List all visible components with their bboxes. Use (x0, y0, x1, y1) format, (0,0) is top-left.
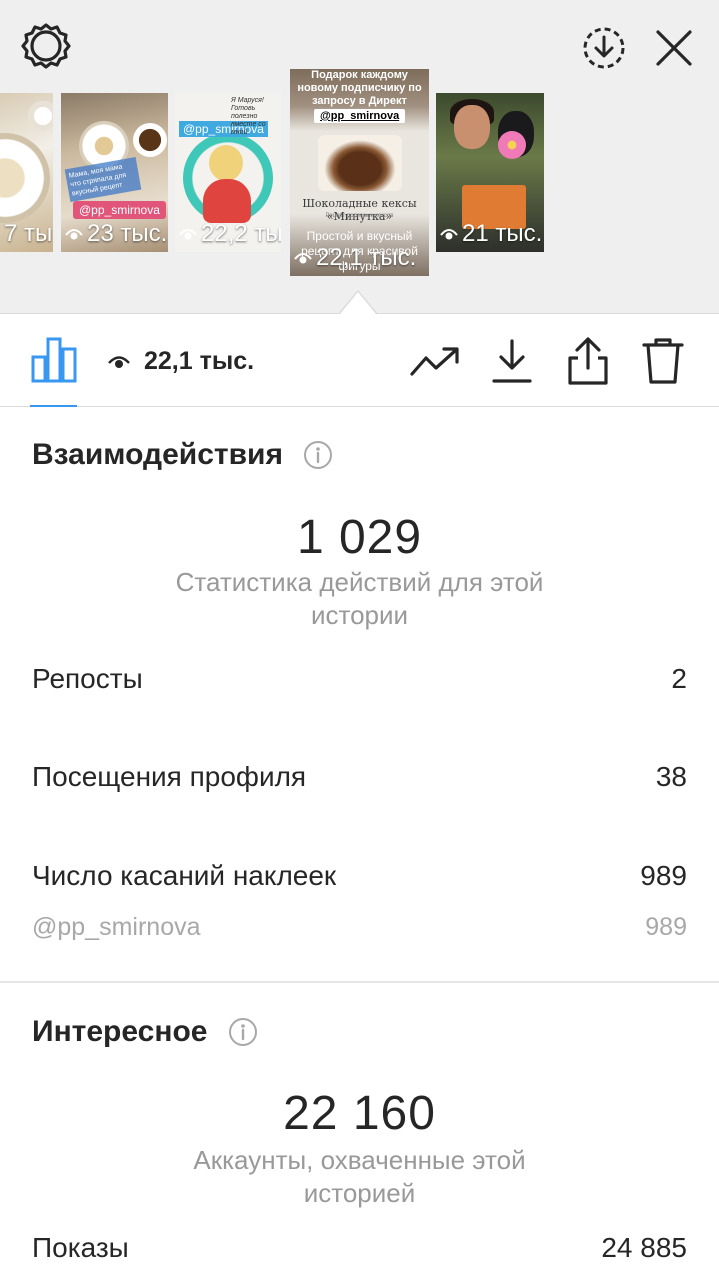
trending-icon (410, 347, 459, 376)
stat-label: Показы (32, 1232, 129, 1263)
cup-image (28, 101, 53, 131)
story-strip: 7 ты Мама, моя мама что стряпала для вку… (0, 0, 719, 314)
story-mention: @pp_smirnova (73, 201, 166, 219)
interactions-total: 1 029 (296, 511, 423, 564)
story-thumbnail-selected[interactable]: Подарок каждому новому подписчику по зап… (290, 69, 429, 276)
story-views: 21 тыс. (462, 220, 543, 247)
stat-value: 989 (645, 913, 687, 941)
info-icon[interactable] (303, 440, 333, 470)
story-views: 22,1 тыс. (316, 244, 417, 271)
section-divider (0, 981, 719, 983)
story-views: 22,2 ты (201, 220, 281, 247)
interactions-caption: Статистика действий для этой истории (175, 567, 544, 630)
stat-label: @pp_smirnova (32, 913, 201, 941)
story-mention: @pp_smirnova (314, 109, 406, 123)
story-thumbnail[interactable]: 21 тыс. (436, 93, 544, 252)
delete-button[interactable] (637, 335, 689, 387)
gear-icon (21, 23, 71, 69)
stat-row-sticker-mention: @pp_smirnova 989 (32, 913, 687, 942)
stat-row-reposts: Репосты 2 (32, 663, 687, 695)
eye-icon (440, 229, 458, 240)
trash-icon (642, 338, 684, 384)
recipe-subtitle: Рецепт полезных кексов (325, 213, 394, 219)
stat-value: 38 (655, 761, 687, 792)
flower-sticker (498, 131, 526, 159)
settings-button[interactable] (20, 20, 72, 72)
story-views: 7 ты (4, 220, 53, 247)
selection-pointer (340, 292, 376, 314)
close-icon (656, 30, 692, 66)
food-image (0, 133, 50, 223)
active-tab-indicator (30, 405, 77, 407)
share-icon (568, 337, 608, 385)
download-button[interactable] (486, 335, 538, 387)
bar-chart-icon (31, 337, 77, 383)
views-count: 22,1 тыс. (108, 347, 254, 376)
stat-row-impressions: Показы 24 885 (32, 1232, 687, 1264)
discovery-caption: Аккаунты, охваченные этой историей (193, 1145, 526, 1208)
download-icon (492, 339, 532, 383)
save-story-button[interactable] (578, 22, 630, 74)
story-thumbnail[interactable]: @pp_smirnova Я Маруся! Готовь полезно вм… (175, 93, 281, 252)
views-count-label: 22,1 тыс. (144, 347, 255, 375)
illustration-image (209, 145, 243, 181)
story-views: 23 тыс. (87, 220, 168, 247)
stat-label: Репосты (32, 663, 143, 694)
stat-value: 989 (640, 860, 687, 891)
stat-value: 24 885 (601, 1232, 687, 1263)
info-icon[interactable] (228, 1017, 258, 1047)
insights-toolbar: 22,1 тыс. (0, 315, 719, 407)
cup-image (133, 123, 167, 157)
stat-value: 2 (671, 663, 687, 694)
illustration-image (203, 179, 251, 223)
story-text: Я Маруся! Готовь полезно вместе со мной (231, 97, 266, 136)
stat-label: Посещения профиля (32, 761, 307, 792)
insights-tab[interactable] (30, 335, 78, 383)
eye-icon (108, 355, 130, 368)
eye-icon (294, 253, 312, 264)
story-text: Мама, моя мама что стряпала для вкусный … (64, 156, 142, 203)
download-circle-icon (583, 27, 625, 69)
promote-button[interactable] (409, 335, 461, 387)
story-header-text: Подарок каждому новому подписчику по зап… (297, 69, 422, 107)
story-thumbnail[interactable]: Мама, моя мама что стряпала для вкусный … (61, 93, 168, 252)
interactions-title: Взаимодействия (32, 438, 283, 471)
cake-image (318, 135, 402, 191)
share-button[interactable] (562, 335, 614, 387)
discovery-title: Интересное (32, 1015, 208, 1048)
photo-image (454, 105, 490, 149)
stat-row-profile-visits: Посещения профиля 38 (32, 761, 687, 793)
recipe-name: Шоколадные кексы «Минутка» (302, 197, 417, 223)
interactions-section-title: Взаимодействия (32, 438, 333, 472)
stat-row-sticker-taps: Число касаний наклеек 989 (32, 860, 687, 892)
eye-icon (179, 229, 197, 240)
stat-label: Число касаний наклеек (32, 860, 337, 891)
close-button[interactable] (648, 22, 700, 74)
discovery-total: 22 160 (283, 1087, 436, 1140)
eye-icon (65, 229, 83, 240)
story-thumbnail[interactable]: 7 ты (0, 93, 53, 252)
discovery-section-title: Интересное (32, 1015, 258, 1049)
